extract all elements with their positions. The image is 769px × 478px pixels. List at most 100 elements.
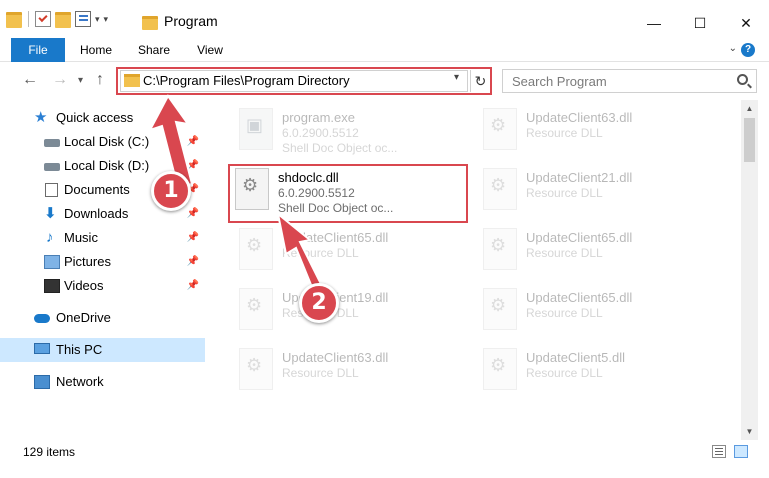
sidebar-item-onedrive[interactable]: OneDrive — [0, 306, 205, 330]
tab-share[interactable]: Share — [130, 38, 178, 62]
help-icon[interactable]: ? — [741, 43, 755, 57]
details-view-icon[interactable] — [712, 445, 726, 458]
dll-file-icon — [239, 288, 273, 330]
pin-icon[interactable]: 📌 — [187, 130, 199, 154]
new-folder-icon[interactable] — [55, 12, 71, 28]
dll-file-icon — [483, 228, 517, 270]
sidebar-item-music[interactable]: ♪ Music 📌 — [0, 226, 205, 250]
forward-arrow-icon[interactable]: → — [52, 71, 68, 89]
file-version: 6.0.2900.5512 — [278, 186, 355, 200]
properties-check-icon[interactable] — [35, 11, 51, 27]
file-item-shdoclc[interactable]: shdoclc.dll 6.0.2900.5512 Shell Doc Obje… — [230, 162, 465, 218]
file-name: UpdateClient5.dll — [526, 350, 626, 365]
pictures-icon — [44, 255, 60, 269]
chevron-down-icon[interactable]: ▾ — [95, 14, 100, 25]
sidebar-item-local-disk-c[interactable]: Local Disk (C:) 📌 — [0, 130, 205, 154]
sidebar-item-pictures[interactable]: Pictures 📌 — [0, 250, 205, 274]
documents-icon — [45, 183, 58, 197]
file-name: UpdateClient65.dll — [526, 230, 633, 245]
file-type: Resource DLL — [526, 186, 603, 200]
file-name: UpdateClient65.dll — [282, 230, 389, 245]
file-list: program.exe 6.0.2900.5512 Shell Doc Obje… — [206, 100, 741, 440]
back-arrow-icon[interactable]: ← — [22, 71, 38, 89]
file-version: 6.0.2900.5512 — [282, 126, 359, 140]
folder-icon[interactable] — [6, 12, 22, 28]
file-name: program.exe — [282, 110, 355, 125]
dll-file-icon — [235, 168, 269, 210]
window-bottom-edge — [0, 464, 769, 478]
address-path[interactable]: C:\Program Files\Program Directory — [143, 73, 350, 88]
pin-icon[interactable]: 📌 — [187, 202, 199, 226]
address-dropdown-icon[interactable]: ▾ — [454, 72, 459, 83]
file-item[interactable]: UpdateClient63.dll Resource DLL — [478, 102, 713, 158]
tab-view[interactable]: View — [187, 38, 233, 62]
sidebar-item-label: Pictures — [64, 254, 111, 269]
file-type: Resource DLL — [282, 246, 359, 260]
sidebar-item-label: OneDrive — [56, 310, 111, 325]
star-icon: ★ — [34, 109, 48, 126]
window-folder-icon — [142, 16, 158, 30]
sidebar-item-videos[interactable]: Videos 📌 — [0, 274, 205, 298]
large-icons-view-icon[interactable] — [734, 445, 748, 458]
sidebar-item-label: Network — [56, 374, 104, 389]
search-box[interactable]: Search Program — [502, 69, 757, 93]
recent-locations-icon[interactable]: ▾ — [78, 75, 83, 86]
refresh-button[interactable]: ↻ — [470, 70, 490, 92]
sidebar-item-this-pc[interactable]: This PC — [0, 338, 205, 362]
pin-icon[interactable]: 📌 — [187, 154, 199, 178]
sidebar-item-quick-access[interactable]: ★ Quick access — [0, 106, 205, 130]
exe-file-icon — [239, 108, 273, 150]
file-item[interactable]: UpdateClient21.dll Resource DLL — [478, 162, 713, 218]
file-name: UpdateClient63.dll — [282, 350, 389, 365]
file-name: shdoclc.dll — [278, 170, 339, 185]
up-arrow-icon[interactable]: ↑ — [96, 71, 104, 89]
file-item[interactable]: program.exe 6.0.2900.5512 Shell Doc Obje… — [234, 102, 469, 158]
file-name: UpdateClient21.dll — [526, 170, 633, 185]
file-item[interactable]: UpdateClient65.dll Resource DLL — [234, 222, 469, 278]
vertical-scrollbar[interactable]: ▲ ▼ — [741, 100, 758, 440]
dll-file-icon — [239, 348, 273, 390]
expand-ribbon-icon[interactable]: ⌄ — [729, 43, 737, 54]
file-description: Shell Doc Object oc... — [278, 201, 394, 215]
sidebar-item-label: Videos — [64, 278, 104, 293]
videos-icon — [44, 279, 60, 293]
pin-icon[interactable]: 📌 — [187, 226, 199, 250]
scroll-down-icon[interactable]: ▼ — [741, 423, 758, 440]
pin-icon[interactable]: 📌 — [187, 250, 199, 274]
scroll-thumb[interactable] — [744, 118, 755, 162]
list-properties-icon[interactable] — [75, 11, 91, 27]
ribbon-tabs: File Home Share View ⌄ ? — [0, 38, 769, 62]
dll-file-icon — [483, 168, 517, 210]
network-icon — [34, 375, 50, 389]
file-type: Resource DLL — [526, 126, 603, 140]
navigation-pane: ★ Quick access Local Disk (C:) 📌 Local D… — [0, 100, 205, 440]
scroll-up-icon[interactable]: ▲ — [741, 100, 758, 117]
item-count: 129 items — [23, 445, 76, 459]
file-type: Resource DLL — [526, 366, 603, 380]
dll-file-icon — [483, 348, 517, 390]
file-name: UpdateClient63.dll — [526, 110, 633, 125]
dll-file-icon — [239, 228, 273, 270]
file-description: Shell Doc Object oc... — [282, 141, 398, 155]
callout-badge-2: 2 — [299, 283, 339, 323]
sidebar-item-label: Local Disk (D:) — [64, 158, 150, 173]
pin-icon[interactable]: 📌 — [187, 274, 199, 298]
window-title: Program — [164, 13, 218, 29]
tab-home[interactable]: Home — [72, 38, 120, 62]
sidebar-item-label: Local Disk (C:) — [64, 134, 150, 149]
file-item[interactable]: UpdateClient63.dll Resource DLL — [234, 342, 469, 398]
disk-icon — [44, 139, 60, 147]
sidebar-item-label: Music — [64, 230, 98, 245]
file-type: Resource DLL — [526, 306, 603, 320]
file-item[interactable]: UpdateClient5.dll Resource DLL — [478, 342, 713, 398]
sidebar-item-network[interactable]: Network — [0, 370, 205, 394]
search-input[interactable]: Search Program — [512, 74, 607, 89]
sidebar-item-label: Documents — [64, 182, 130, 197]
customize-toolbar-icon[interactable]: ▾ — [104, 14, 109, 25]
file-name: UpdateClient65.dll — [526, 290, 633, 305]
file-item[interactable]: UpdateClient65.dll Resource DLL — [478, 282, 713, 338]
file-item[interactable]: UpdateClient19.dll Resource DLL — [234, 282, 469, 338]
tab-file[interactable]: File — [11, 38, 65, 62]
toolbar-separator — [28, 11, 29, 27]
file-item[interactable]: UpdateClient65.dll Resource DLL — [478, 222, 713, 278]
